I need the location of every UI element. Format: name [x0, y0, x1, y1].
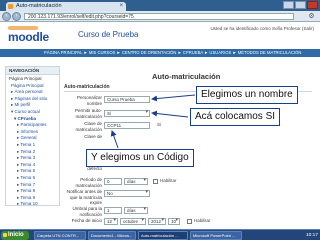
navigation-block: NAVEGACIÓN Página Principal Página Princ… — [5, 66, 60, 206]
nav-item[interactable]: ▸ Tema 5 — [9, 168, 57, 175]
start-label: Inicio — [8, 232, 24, 238]
nav-item[interactable]: ▸ Tema 2 — [9, 149, 57, 156]
start-button[interactable]: Inicio — [1, 231, 29, 240]
nav-item[interactable]: ▸ Tema 9 — [9, 195, 57, 202]
clock: 10:17 — [305, 233, 318, 238]
umbral-input[interactable]: 1 — [104, 207, 122, 214]
nav-item[interactable]: ▸ Páginas del sitio — [9, 96, 57, 103]
browser-tab-title: Auto-matriculación — [16, 3, 62, 9]
browser-tab-bar: Auto-matriculación × — [0, 0, 320, 11]
nav-item[interactable]: ▸ Mi perfil — [9, 102, 57, 109]
clave-label: Clave de — [84, 134, 102, 139]
fecha-habilitar-label: Habilitar — [194, 218, 211, 223]
nav-item[interactable]: ▸ Tema 4 — [9, 162, 57, 169]
minimize-button[interactable] — [283, 1, 294, 9]
arrow-to-permitir — [151, 110, 189, 118]
enrol-key-label: Clave de matriculación — [75, 121, 102, 132]
taskbar-item[interactable]: Documento1 - Micros... — [88, 231, 136, 240]
permitir-select[interactable]: Sí — [104, 110, 150, 117]
nav-item[interactable]: ▸ Tema 8 — [9, 188, 57, 195]
umbral-label: Umbral para la notificación — [72, 206, 102, 217]
fecha-month-select[interactable]: octubre — [120, 218, 146, 225]
url-input[interactable]: 200.123.171.93/enrol/self/edit.php?cours… — [24, 13, 294, 20]
enrol-key-input[interactable]: CCP11 — [104, 122, 150, 129]
habilitar-label: Habilitar — [160, 178, 177, 183]
nav-item[interactable]: ▸ Área personal — [9, 89, 57, 96]
nav-item[interactable]: ▸ Informes — [9, 129, 57, 136]
moodle-favicon-icon — [8, 4, 13, 9]
page-header: moodle Curso de Prueba Usted se ha ident… — [0, 22, 320, 49]
window-controls — [283, 1, 318, 10]
notificar-select[interactable]: No — [104, 190, 150, 197]
nav-item[interactable]: ▾ Curso actual — [9, 109, 57, 116]
nombre-label: Personalizar nombre — [76, 95, 102, 106]
nav-item[interactable]: ▸ Tema 1 — [9, 142, 57, 149]
periodo-unit-select[interactable]: días — [124, 178, 148, 185]
close-icon[interactable]: × — [119, 2, 123, 11]
taskbar-item[interactable]: Carpeta UTN CONTR... — [34, 231, 86, 240]
nombre-input[interactable]: Curso Prueba — [104, 96, 150, 103]
navigation-list: Página Principal Página Principal ▸ Área… — [6, 75, 59, 208]
navigation-heading: NAVEGACIÓN — [6, 67, 59, 75]
fecha-enable-checkbox[interactable] — [187, 219, 192, 224]
taskbar-item-active[interactable]: Auto-matriculación ... — [138, 231, 188, 240]
course-title: Curso de Prueba — [78, 30, 139, 39]
back-arrow-icon[interactable]: ‹ — [2, 12, 11, 21]
wrench-icon[interactable]: ⚙ — [307, 12, 316, 21]
enrol-key-side: Si — [157, 122, 162, 127]
maximize-button[interactable] — [295, 1, 306, 9]
nav-item[interactable]: Página Principal — [9, 76, 57, 83]
notificar-label: Notificar antes de que la matrícula expi… — [66, 189, 102, 205]
fecha-day-select[interactable]: 12 — [104, 218, 118, 225]
page-title: Auto-matriculación — [152, 72, 221, 81]
address-bar: ‹ › 200.123.171.93/enrol/self/edit.php?c… — [0, 11, 320, 22]
windows-logo-icon — [3, 233, 7, 237]
arrow-to-nombre — [151, 94, 196, 102]
periodo-input[interactable]: 0 — [104, 178, 122, 185]
umbral-unit-select[interactable]: días — [124, 207, 148, 214]
login-info[interactable]: Usted se ha identificado como Sofía Prof… — [210, 26, 314, 31]
breadcrumb[interactable]: PÁGINA PRINCIPAL ► MIS CURSOS ► CENTRO D… — [0, 49, 320, 57]
nav-item[interactable]: ▸ Participantes — [9, 122, 57, 129]
taskbar-item[interactable]: Microsoft PowerPoint ... — [190, 231, 242, 240]
nav-item[interactable]: ▸ Tema 3 — [9, 155, 57, 162]
fecha-label: Fecha de inicio — [71, 218, 102, 223]
close-window-button[interactable] — [307, 1, 318, 9]
nav-item[interactable]: ▸ Tema 10 — [9, 201, 57, 208]
section-heading: Auto-matriculación — [64, 84, 110, 90]
forward-arrow-icon[interactable]: › — [12, 12, 21, 21]
periodo-label: Periodo de matriculación — [75, 177, 102, 188]
moodle-logo[interactable]: moodle — [8, 30, 49, 44]
taskbar: Inicio Carpeta UTN CONTR... Documento1 -… — [0, 229, 320, 240]
fecha-year-select[interactable]: 2012 — [148, 218, 166, 225]
arrow-to-clave — [110, 130, 119, 149]
nav-item[interactable]: ▸ Tema 7 — [9, 182, 57, 189]
periodo-enable-checkbox[interactable] — [153, 179, 158, 184]
fecha-hour-select[interactable]: 10 — [168, 218, 180, 225]
nav-item[interactable]: ▸ General — [9, 135, 57, 142]
nav-item-current-course[interactable]: ▾ CPrueba — [9, 116, 57, 123]
nav-item[interactable]: ▸ Tema 6 — [9, 175, 57, 182]
callout-si: Acá colocamos SI — [190, 108, 281, 126]
callout-nombre: Elegimos un nombre — [196, 86, 298, 104]
browser-tab[interactable]: Auto-matriculación × — [6, 2, 126, 11]
callout-codigo: Y elegimos un Código — [86, 149, 194, 167]
permitir-label: Permitir auto-matriculación — [74, 108, 102, 119]
